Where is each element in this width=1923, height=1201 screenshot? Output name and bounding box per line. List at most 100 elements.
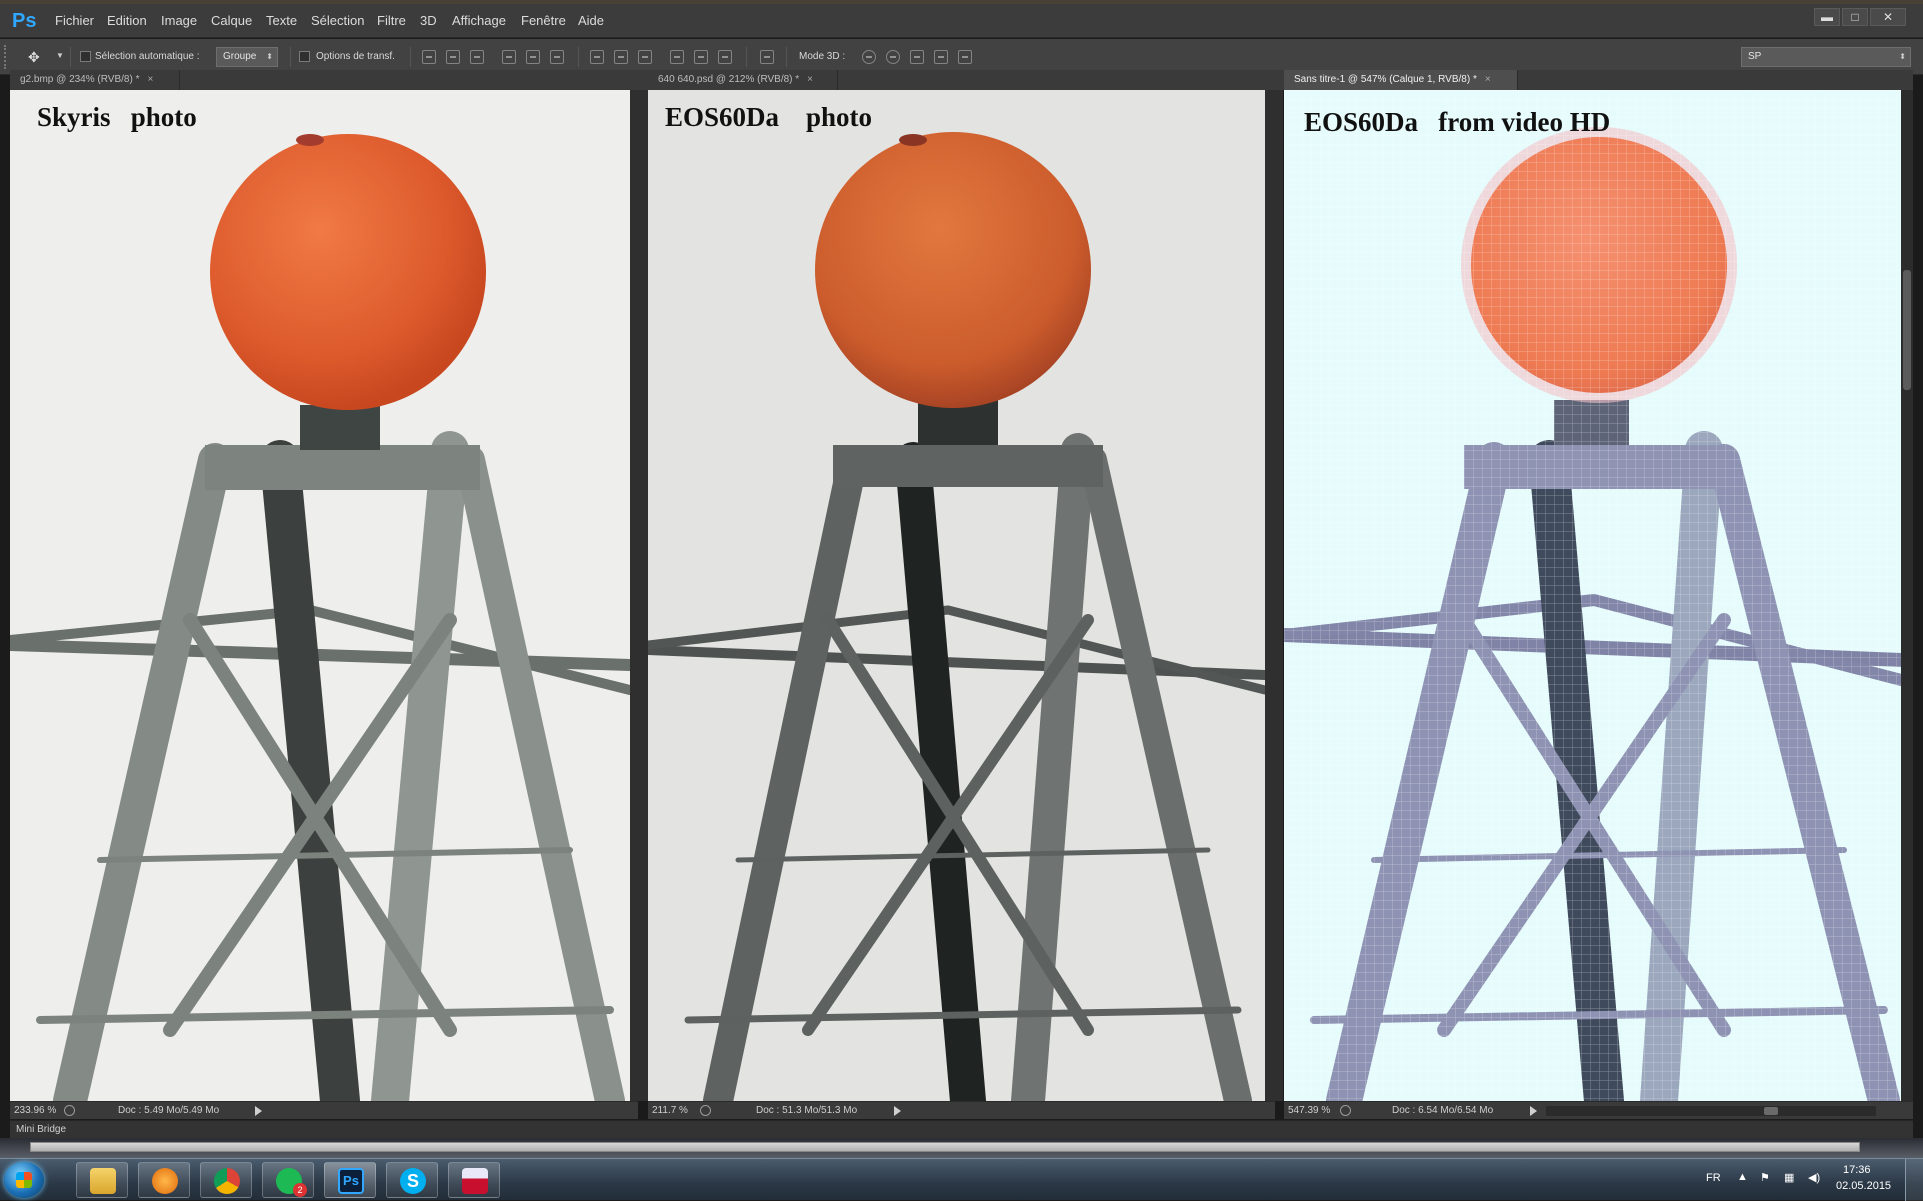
roll-3d-icon[interactable] — [886, 50, 900, 64]
auto-select-dropdown[interactable]: Groupe ⬍ — [216, 47, 278, 67]
menu-selection[interactable]: Sélection — [311, 13, 364, 28]
taskbar-file-explorer[interactable] — [76, 1162, 128, 1198]
menu-affichage[interactable]: Affichage — [452, 13, 506, 28]
separator — [746, 47, 747, 67]
horizontal-scrollbar[interactable] — [1546, 1106, 1876, 1116]
mini-bridge-panel[interactable]: Mini Bridge — [10, 1120, 1913, 1138]
zoom-level[interactable]: 547.39 % — [1288, 1105, 1330, 1116]
status-menu-arrow-icon[interactable] — [894, 1106, 901, 1116]
taskbar-chrome[interactable] — [200, 1162, 252, 1198]
canvas-document-3[interactable]: EOS60Da from video HD — [1284, 90, 1901, 1101]
taskbar-photoshop[interactable]: Ps — [324, 1162, 376, 1198]
transform-controls-checkbox[interactable] — [299, 51, 310, 62]
distribute-vcenter-icon[interactable] — [614, 50, 628, 64]
distribute-hcenter-icon[interactable] — [694, 50, 708, 64]
auto-select-checkbox[interactable] — [80, 51, 91, 62]
close-tab-icon[interactable]: × — [1485, 74, 1491, 85]
vertical-scrollbar[interactable] — [1901, 90, 1913, 1101]
zoom-info-icon[interactable] — [1340, 1105, 1351, 1116]
align-right-icon[interactable] — [550, 50, 564, 64]
maximize-button[interactable]: □ — [1842, 8, 1868, 26]
scroll-thumb[interactable] — [1903, 270, 1911, 390]
scroll-thumb[interactable] — [1764, 1107, 1778, 1115]
doc-size: Doc : 51.3 Mo/51.3 Mo — [756, 1105, 858, 1116]
menu-fenetre[interactable]: Fenêtre — [521, 13, 566, 28]
distribute-top-icon[interactable] — [590, 50, 604, 64]
tower-video-frame — [1284, 90, 1901, 1101]
transform-controls-label: Options de transf. — [316, 51, 395, 62]
align-hcenter-icon[interactable] — [526, 50, 540, 64]
taskbar: 2 Ps S FR ▲ ⚑ ▦ ◀) 17:36 02.05.2015 — [0, 1158, 1923, 1201]
tab-document-1[interactable]: g2.bmp @ 234% (RVB/8) * × — [10, 70, 180, 90]
photoshop-logo-icon[interactable]: Ps — [12, 10, 38, 32]
show-hidden-icons-icon[interactable]: ▲ — [1737, 1171, 1748, 1183]
zoom-info-icon[interactable] — [700, 1105, 711, 1116]
align-bottom-icon[interactable] — [470, 50, 484, 64]
align-top-icon[interactable] — [422, 50, 436, 64]
taskbar-spotify[interactable]: 2 — [262, 1162, 314, 1198]
vertical-scrollbar[interactable] — [630, 90, 648, 1101]
tab-title: Sans titre-1 @ 547% (Calque 1, RVB/8) * — [1294, 74, 1477, 85]
canvas-document-1[interactable]: Skyris photo — [10, 90, 630, 1101]
taskbar-media-player[interactable] — [138, 1162, 190, 1198]
move-tool-dropdown-icon[interactable]: ▼ — [56, 51, 64, 60]
distribute-right-icon[interactable] — [718, 50, 732, 64]
show-desktop-button[interactable] — [1905, 1159, 1923, 1201]
clock-date[interactable]: 02.05.2015 — [1836, 1180, 1891, 1192]
network-icon[interactable]: ▦ — [1784, 1171, 1794, 1184]
tower-platform — [205, 445, 480, 490]
canvas-document-2[interactable]: EOS60Da photo — [648, 90, 1265, 1101]
start-button[interactable] — [4, 1162, 44, 1198]
status-bar-document-1: 233.96 % Doc : 5.49 Mo/5.49 Mo — [10, 1101, 638, 1119]
taskbar-save-app[interactable] — [448, 1162, 500, 1198]
close-tab-icon[interactable]: × — [807, 74, 813, 85]
auto-align-icon[interactable] — [760, 50, 774, 64]
tower-photo-1 — [10, 134, 630, 1101]
menu-aide[interactable]: Aide — [578, 13, 604, 28]
zoom-info-icon[interactable] — [64, 1105, 75, 1116]
drag-3d-icon[interactable] — [910, 50, 924, 64]
zoom-level[interactable]: 233.96 % — [14, 1105, 56, 1116]
status-menu-arrow-icon[interactable] — [255, 1106, 262, 1116]
doc-size: Doc : 6.54 Mo/6.54 Mo — [1392, 1105, 1494, 1116]
rotate-3d-icon[interactable] — [862, 50, 876, 64]
menu-image[interactable]: Image — [161, 13, 197, 28]
vertical-scrollbar[interactable] — [1265, 90, 1283, 1101]
tower-structure — [10, 431, 630, 1101]
distribute-bottom-icon[interactable] — [638, 50, 652, 64]
close-tab-icon[interactable]: × — [147, 74, 153, 85]
align-vcenter-icon[interactable] — [446, 50, 460, 64]
menu-filtre[interactable]: Filtre — [377, 13, 406, 28]
image-caption: Skyris photo — [37, 102, 197, 132]
clock-time[interactable]: 17:36 — [1843, 1164, 1871, 1176]
tab-title: g2.bmp @ 234% (RVB/8) * — [20, 74, 140, 85]
options-grip[interactable] — [4, 45, 8, 69]
dropdown-arrow-icon: ⬍ — [1899, 52, 1906, 61]
media-player-icon — [152, 1168, 178, 1194]
minimize-button[interactable]: ▬ — [1814, 8, 1840, 26]
language-indicator[interactable]: FR — [1706, 1172, 1721, 1184]
chrome-icon — [214, 1168, 240, 1194]
image-caption: EOS60Da photo — [665, 102, 873, 132]
slide-3d-icon[interactable] — [934, 50, 948, 64]
taskbar-skype[interactable]: S — [386, 1162, 438, 1198]
status-menu-arrow-icon[interactable] — [1530, 1106, 1537, 1116]
camera-3d-icon[interactable] — [958, 50, 972, 64]
menu-fichier[interactable]: Fichier — [55, 13, 94, 28]
mini-bridge-label[interactable]: Mini Bridge — [16, 1124, 66, 1135]
distribute-left-icon[interactable] — [670, 50, 684, 64]
move-tool-icon[interactable]: ✥ — [28, 49, 52, 65]
action-center-flag-icon[interactable]: ⚑ — [1760, 1171, 1770, 1184]
volume-icon[interactable]: ◀) — [1808, 1171, 1820, 1184]
menu-calque[interactable]: Calque — [211, 13, 252, 28]
menu-texte[interactable]: Texte — [266, 13, 297, 28]
menu-3d[interactable]: 3D — [420, 13, 437, 28]
close-window-button[interactable]: ✕ — [1870, 8, 1906, 26]
tab-document-2[interactable]: 640 640.psd @ 212% (RVB/8) * × — [648, 70, 838, 90]
tower-photo-2 — [648, 132, 1265, 1101]
workspace-dropdown[interactable]: SP ⬍ — [1741, 47, 1911, 67]
tab-document-3[interactable]: Sans titre-1 @ 547% (Calque 1, RVB/8) * × — [1284, 70, 1518, 90]
align-left-icon[interactable] — [502, 50, 516, 64]
zoom-level[interactable]: 211.7 % — [652, 1105, 688, 1116]
menu-edition[interactable]: Edition — [107, 13, 147, 28]
